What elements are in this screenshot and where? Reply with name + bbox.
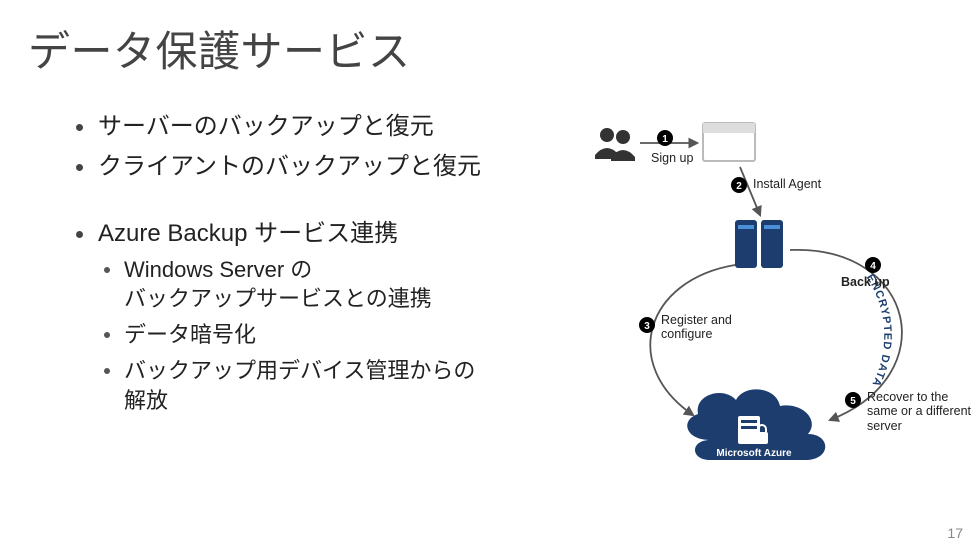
bullet-item: クライアントのバックアップと復元 [70,150,590,184]
bullet-list: Azure Backup サービス連携 Windows Server の バック… [70,217,590,415]
servers-icon [735,220,783,268]
sub-bullet-item: バックアップ用デバイス管理からの 解放 [98,356,590,415]
spacer [70,189,590,217]
svg-text:1: 1 [662,134,668,145]
process-diagram: 1 2 3 4 [585,115,979,495]
cloud-label: Microsoft Azure [716,448,792,459]
bullet-text: Azure Backup サービス連携 [98,220,398,247]
svg-text:3: 3 [644,321,650,332]
step5-label: Recover to the same or a different serve… [867,390,971,433]
browser-icon [703,123,755,161]
sub-bullet-list: Windows Server の バックアップサービスとの連携 データ暗号化 バ… [98,255,590,415]
bullet-list: サーバーのバックアップと復元 クライアントのバックアップと復元 [70,110,590,183]
cloud-icon: Microsoft Azure [687,389,825,460]
bullet-item: サーバーのバックアップと復元 [70,110,590,144]
svg-text:2: 2 [736,181,742,192]
slide-title: データ保護サービス [28,18,411,79]
sub-bullet-item: データ暗号化 [98,320,590,350]
step1-label: Sign up [651,151,693,165]
users-icon [595,128,635,161]
svg-text:5: 5 [850,396,856,407]
slide: データ保護サービス サーバーのバックアップと復元 クライアントのバックアップと復… [0,0,979,551]
step4-label: Back up [841,275,890,289]
step3-label: Register and configure [661,313,732,342]
sub-bullet-item: Windows Server の バックアップサービスとの連携 [98,255,590,314]
bullet-item: Azure Backup サービス連携 Windows Server の バック… [70,217,590,415]
diagram-svg: 1 2 3 4 [585,115,979,495]
step2-label: Install Agent [753,177,821,191]
svg-text:4: 4 [870,261,876,272]
page-number: 17 [947,525,963,541]
content-body: サーバーのバックアップと復元 クライアントのバックアップと復元 Azure Ba… [70,110,590,421]
